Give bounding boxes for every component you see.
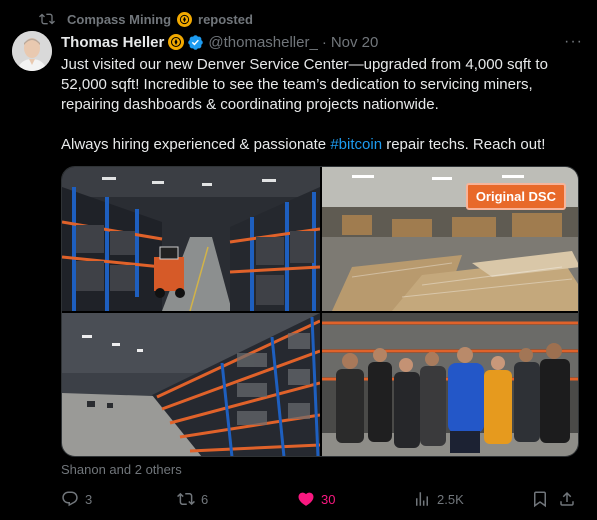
avatar[interactable]	[12, 31, 52, 71]
tweet-text: Just visited our new Denver Service Cent…	[61, 55, 576, 155]
author-name[interactable]: Thomas Heller	[61, 34, 164, 51]
tweet-text-paragraph-2: Always hiring experienced & passionate #…	[61, 135, 576, 155]
photo-team[interactable]	[322, 313, 578, 456]
repost-icon	[177, 492, 195, 506]
bookmark-icon	[534, 491, 546, 508]
verified-icon	[188, 34, 204, 50]
repost-header[interactable]: Compass Mining reposted	[39, 10, 253, 28]
photo-shelving-aisle[interactable]	[62, 313, 320, 456]
photo-original-dsc[interactable]: Original DSC	[322, 167, 578, 311]
text-before-hashtag: Always hiring experienced & passionate	[61, 136, 331, 153]
compass-badge-icon	[168, 34, 185, 50]
reply-button[interactable]: 3	[61, 488, 92, 510]
share-button[interactable]	[558, 488, 576, 510]
compass-badge-icon	[177, 11, 193, 27]
views-count: 2.5K	[437, 491, 464, 507]
hashtag-link[interactable]: #bitcoin	[330, 136, 382, 153]
repost-button[interactable]: 6	[177, 488, 208, 510]
views-button[interactable]: 2.5K	[413, 488, 464, 510]
overlay-label: Original DSC	[465, 183, 566, 210]
repost-account[interactable]: Compass Mining	[67, 12, 171, 27]
share-icon	[560, 491, 574, 506]
photo-warehouse-aisle[interactable]	[62, 167, 320, 311]
repost-count: 6	[201, 491, 209, 507]
tweet-header: Thomas Heller @thomasheller_ · Nov 20 ··…	[61, 32, 583, 52]
more-icon[interactable]: ···	[564, 33, 583, 51]
bookmark-button[interactable]	[531, 488, 549, 510]
like-icon	[298, 492, 314, 506]
repost-label: reposted	[198, 11, 253, 27]
separator: ·	[321, 33, 327, 51]
media-grid: Original DSC	[61, 166, 579, 457]
like-button[interactable]: 30	[297, 488, 335, 510]
action-bar: 3 6 30 2.5K	[61, 488, 581, 510]
reply-count: 3	[85, 491, 93, 507]
repost-icon	[39, 13, 55, 25]
reply-icon	[62, 491, 78, 507]
likers-text[interactable]: Shanon and 2 others	[61, 462, 182, 477]
post-date[interactable]: Nov 20	[331, 34, 379, 51]
author-handle[interactable]: @thomasheller_	[208, 34, 317, 51]
like-count: 30	[321, 491, 336, 507]
tweet-text-paragraph-1: Just visited our new Denver Service Cent…	[61, 56, 548, 113]
text-after-hashtag: repair techs. Reach out!	[382, 136, 546, 153]
views-icon	[416, 492, 428, 506]
